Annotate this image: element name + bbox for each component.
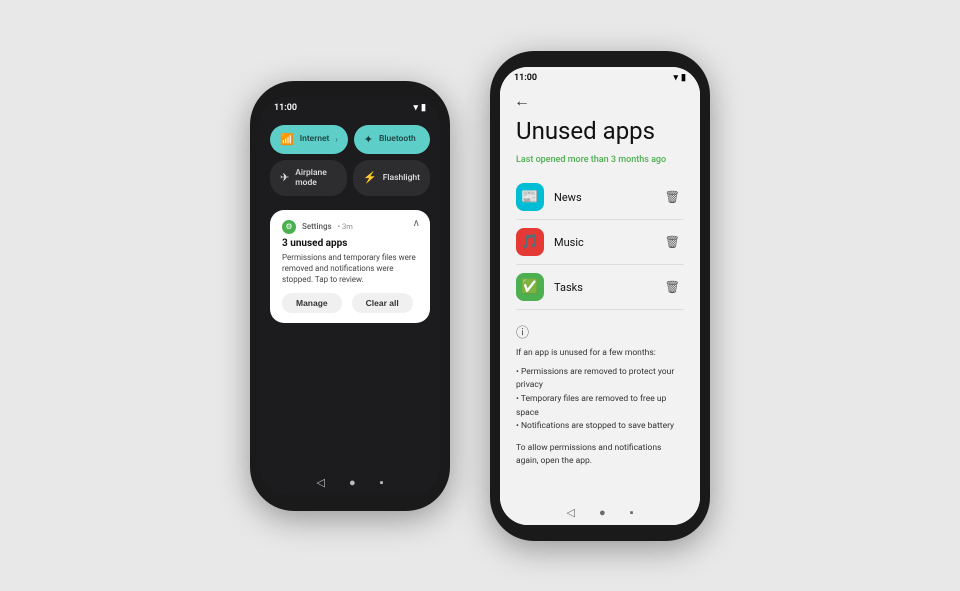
- ua-content: Unused apps Last opened more than 3 mont…: [500, 117, 700, 498]
- battery-icon: ▮: [421, 103, 426, 113]
- wifi-icon-right: ▾: [674, 73, 679, 83]
- status-bar-left: 11:00 ▾ ▮: [260, 97, 440, 117]
- nav-bar-left: ◁ ● ▪: [260, 468, 440, 495]
- news-app-name: News: [554, 191, 651, 204]
- notif-title: 3 unused apps: [282, 238, 418, 249]
- notif-app-name: Settings: [302, 222, 332, 231]
- qs-tile-airplane[interactable]: ✈ Airplane mode: [270, 160, 347, 196]
- wifi-icon: ▾: [414, 103, 419, 113]
- info-section: ⓘ If an app is unused for a few months: …: [516, 322, 684, 469]
- home-nav-left[interactable]: ●: [349, 476, 356, 489]
- recents-nav-right[interactable]: ▪: [630, 506, 634, 519]
- recents-nav-left[interactable]: ▪: [380, 476, 384, 489]
- time-right: 11:00: [514, 73, 537, 83]
- music-app-name: Music: [554, 236, 651, 249]
- flashlight-tile-icon: ⚡: [363, 171, 377, 184]
- music-app-icon: 🎵: [516, 228, 544, 256]
- app-item-tasks[interactable]: ✅ Tasks 🗑: [516, 265, 684, 310]
- info-bullet-0: • Permissions are removed to protect you…: [516, 366, 684, 393]
- notif-expand-icon[interactable]: ∧: [413, 218, 420, 229]
- nav-bar-right: ◁ ● ▪: [500, 498, 700, 525]
- right-phone: 11:00 ▾ ▮ ← Unused apps Last opened more…: [490, 51, 710, 541]
- internet-label: Internet: [300, 134, 330, 144]
- back-nav-left[interactable]: ◁: [316, 476, 324, 489]
- qs-tile-bluetooth[interactable]: ✦ Bluetooth: [354, 125, 430, 154]
- notif-actions: Manage Clear all: [282, 293, 418, 313]
- left-phone-screen: 11:00 ▾ ▮ 📶 Internet › ✦ Bluetooth: [260, 97, 440, 495]
- right-phone-screen: 11:00 ▾ ▮ ← Unused apps Last opened more…: [500, 67, 700, 525]
- page-title: Unused apps: [516, 117, 684, 146]
- airplane-tile-icon: ✈: [280, 171, 289, 184]
- back-button[interactable]: ←: [514, 91, 530, 110]
- qs-tile-internet[interactable]: 📶 Internet ›: [270, 125, 348, 154]
- qs-row-2: ✈ Airplane mode ⚡ Flashlight: [270, 160, 430, 196]
- news-delete-icon[interactable]: 🗑: [661, 186, 684, 208]
- manage-button[interactable]: Manage: [282, 293, 342, 313]
- tasks-app-name: Tasks: [554, 281, 651, 294]
- notif-body: Permissions and temporary files were rem…: [282, 252, 418, 286]
- music-delete-icon[interactable]: 🗑: [661, 231, 684, 253]
- bluetooth-label: Bluetooth: [379, 134, 416, 144]
- info-icon: ⓘ: [516, 322, 684, 341]
- settings-app-icon: ⚙: [282, 220, 296, 234]
- notif-card[interactable]: ⚙ Settings • 3m ∧ 3 unused apps Permissi…: [270, 210, 430, 324]
- qs-tile-flashlight[interactable]: ⚡ Flashlight: [353, 160, 430, 196]
- tasks-delete-icon[interactable]: 🗑: [661, 276, 684, 298]
- flashlight-label: Flashlight: [383, 173, 420, 183]
- status-icons-right: ▾ ▮: [674, 73, 686, 83]
- ua-toolbar: ←: [500, 87, 700, 117]
- info-title: If an app is unused for a few months:: [516, 347, 684, 361]
- tasks-app-icon: ✅: [516, 273, 544, 301]
- info-bullet-2: • Notifications are stopped to save batt…: [516, 420, 684, 434]
- bluetooth-tile-icon: ✦: [364, 133, 373, 146]
- app-item-music[interactable]: 🎵 Music 🗑: [516, 220, 684, 265]
- app-item-news[interactable]: 📰 News 🗑: [516, 175, 684, 220]
- left-phone: 11:00 ▾ ▮ 📶 Internet › ✦ Bluetooth: [250, 81, 450, 511]
- notif-time: • 3m: [338, 222, 353, 231]
- ua-subtitle: Last opened more than 3 months ago: [516, 155, 684, 165]
- clear-all-button[interactable]: Clear all: [352, 293, 413, 313]
- wifi-tile-icon: 📶: [280, 133, 294, 146]
- unused-apps-screen: ← Unused apps Last opened more than 3 mo…: [500, 87, 700, 525]
- home-nav-right[interactable]: ●: [599, 506, 606, 519]
- back-nav-right[interactable]: ◁: [566, 506, 574, 519]
- info-text: If an app is unused for a few months: • …: [516, 347, 684, 469]
- status-icons-left: ▾ ▮: [414, 103, 426, 113]
- quick-settings: 📶 Internet › ✦ Bluetooth ✈ Airplane mode…: [260, 117, 440, 204]
- status-bar-right: 11:00 ▾ ▮: [500, 67, 700, 87]
- info-allow: To allow permissions and notifications a…: [516, 442, 684, 469]
- info-bullet-1: • Temporary files are removed to free up…: [516, 393, 684, 420]
- battery-icon-right: ▮: [681, 73, 686, 83]
- news-app-icon: 📰: [516, 183, 544, 211]
- airplane-label: Airplane mode: [295, 168, 337, 188]
- notif-header: ⚙ Settings • 3m: [282, 220, 418, 234]
- notification-area: ⚙ Settings • 3m ∧ 3 unused apps Permissi…: [260, 204, 440, 468]
- internet-arrow: ›: [335, 135, 337, 144]
- time-left: 11:00: [274, 103, 297, 113]
- qs-row-1: 📶 Internet › ✦ Bluetooth: [270, 125, 430, 154]
